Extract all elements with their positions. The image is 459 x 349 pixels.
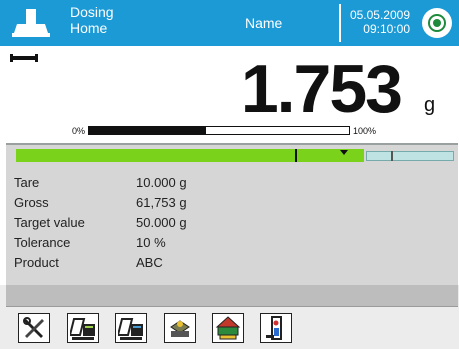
- weighing-pan-button[interactable]: [164, 313, 196, 343]
- tools-button[interactable]: [18, 313, 50, 343]
- date-time: 05.05.2009 09:10:00: [346, 8, 410, 36]
- profile-name: Home: [70, 20, 108, 36]
- capacity-bar-fill: [89, 127, 206, 134]
- dosing-target-arrow-icon: [340, 150, 348, 155]
- product-database-button[interactable]: [115, 313, 147, 343]
- progress-min-label: 0%: [72, 126, 86, 136]
- status-dot: [433, 19, 441, 27]
- stability-marker-icon: [10, 54, 38, 62]
- tools-icon: [23, 317, 44, 338]
- info-label: Product: [14, 255, 59, 270]
- tare-database-icon: [70, 318, 95, 340]
- dosing-lower-limit-marker: [295, 149, 297, 162]
- info-value: 50.000 g: [136, 215, 187, 230]
- cdb-database-icon: [215, 316, 241, 340]
- dosing-report-icon: [266, 316, 282, 340]
- weight-value: 1.753: [240, 51, 403, 127]
- header-divider: [339, 4, 341, 42]
- mode-label: Dosing Home: [70, 4, 114, 36]
- balance-screen: Dosing Home Name 05.05.2009 09:10:00 1.7…: [0, 0, 459, 349]
- tare-database-button[interactable]: [67, 313, 99, 343]
- home-logo-icon[interactable]: [6, 2, 58, 44]
- capacity-bar: [88, 126, 350, 135]
- status-icon[interactable]: [422, 8, 452, 38]
- weight-unit[interactable]: g: [424, 94, 435, 117]
- product-database-icon: [118, 318, 143, 340]
- info-label: Target value: [14, 215, 85, 230]
- cdb-database-button[interactable]: [212, 313, 244, 343]
- dosing-indicator-fill: [16, 149, 364, 162]
- weighing-display: 1.753 g 0% 100%: [0, 46, 459, 143]
- date-label: 05.05.2009: [349, 8, 410, 22]
- dosing-report-button[interactable]: [260, 313, 292, 343]
- quick-access-bar: [0, 285, 459, 349]
- user-name[interactable]: Name: [245, 15, 282, 31]
- weighing-pan-icon: [170, 320, 190, 337]
- info-value: 10.000 g: [136, 175, 187, 190]
- footer-band: [6, 285, 458, 307]
- mode-name: Dosing: [70, 4, 114, 20]
- time-label: 09:10:00: [363, 22, 410, 36]
- info-label: Tolerance: [14, 235, 71, 250]
- info-label: Gross: [14, 195, 49, 210]
- info-label: Tare: [14, 175, 40, 190]
- progress-max-label: 100%: [353, 126, 377, 136]
- info-panel: Tare 10.000 g Gross 61,753 g Target valu…: [6, 143, 458, 285]
- info-value: ABC: [136, 255, 163, 270]
- info-value: 10 %: [136, 235, 166, 250]
- header-bar: Dosing Home Name 05.05.2009 09:10:00: [0, 0, 459, 46]
- dosing-tolerance-range: [366, 151, 454, 161]
- info-value: 61,753 g: [136, 195, 187, 210]
- dosing-indicator: [16, 149, 456, 162]
- dosing-upper-limit-marker: [391, 151, 393, 161]
